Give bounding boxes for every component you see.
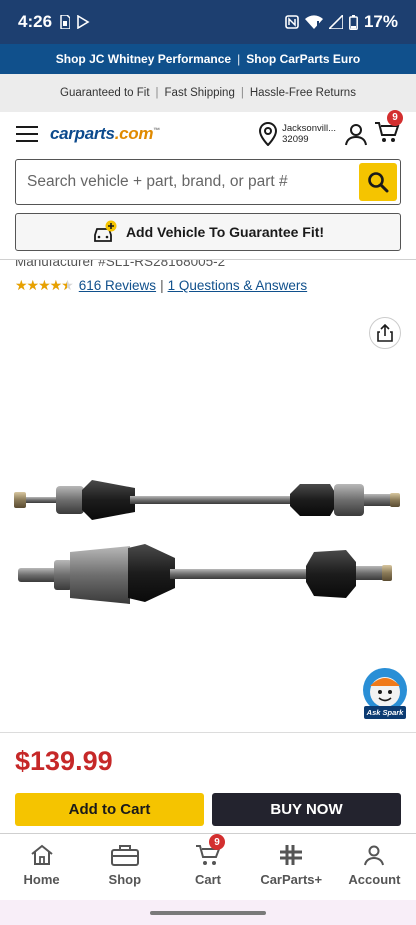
add-to-cart-button[interactable]: Add to Cart: [15, 793, 204, 826]
tab-cart[interactable]: 9 Cart: [166, 834, 249, 900]
tab-shop-label: Shop: [108, 872, 142, 887]
clock: 4:26: [18, 12, 53, 31]
section-divider: [0, 732, 416, 733]
guarantee-separator: |: [155, 87, 159, 99]
ask-spark-button[interactable]: Ask Spark: [360, 666, 410, 720]
carparts-logo[interactable]: carparts.com™: [50, 124, 160, 144]
product-price: $139.99: [15, 746, 113, 776]
tab-carparts-plus[interactable]: CarParts+: [250, 834, 333, 900]
search-bar: [15, 159, 401, 205]
upper-axle: [14, 480, 400, 520]
play-store-icon: [77, 15, 90, 29]
location-city: Jacksonvill...: [282, 123, 336, 134]
bottom-tab-bar: Home Shop 9 Cart CarParts+ Account: [0, 834, 416, 900]
tab-carparts-plus-label: CarParts+: [260, 872, 323, 887]
sim-card-icon: [60, 15, 71, 29]
status-bar: 4:26 17%: [0, 0, 416, 44]
add-vehicle-button[interactable]: Add Vehicle To Guarantee Fit!: [15, 213, 401, 251]
location-zip: 32099: [282, 134, 309, 145]
tab-shop[interactable]: Shop: [83, 834, 166, 900]
star-rating: ★★★★★ ★★★★★: [15, 277, 74, 293]
rating-row: ★★★★★ ★★★★★ 616 Reviews | 1 Questions & …: [15, 277, 307, 294]
site-header: carparts.com™ Jacksonvill... 32099 9: [0, 109, 416, 156]
tab-home[interactable]: Home: [0, 834, 83, 900]
toolbox-icon: [110, 845, 139, 866]
tab-cart-label: Cart: [195, 872, 222, 887]
menu-icon[interactable]: [16, 126, 38, 142]
shop-jc-whitney-link[interactable]: Shop JC Whitney Performance: [56, 52, 231, 66]
search-icon: [368, 172, 389, 193]
carparts-plus-icon: [280, 845, 303, 865]
add-vehicle-label: Add Vehicle To Guarantee Fit!: [125, 224, 325, 240]
shop-carparts-euro-link[interactable]: Shop CarParts Euro: [246, 52, 360, 66]
share-button[interactable]: [369, 317, 401, 349]
account-icon: [364, 845, 385, 866]
fast-shipping-text[interactable]: Fast Shipping: [165, 87, 235, 99]
system-nav-bar: [0, 900, 416, 925]
location-selector[interactable]: Jacksonvill... 32099: [258, 122, 336, 146]
lower-axle: [18, 544, 392, 604]
product-image[interactable]: [10, 440, 406, 620]
share-icon: [377, 324, 393, 342]
home-gesture-handle[interactable]: [150, 911, 266, 915]
guarantee-bar: Guaranteed to Fit | Fast Shipping | Hass…: [0, 74, 416, 112]
search-input[interactable]: [27, 173, 359, 191]
tab-home-label: Home: [23, 872, 60, 887]
battery-icon: [349, 14, 358, 30]
questions-answers-link[interactable]: 1 Questions & Answers: [168, 278, 308, 293]
account-icon[interactable]: [344, 122, 368, 146]
header-divider: [0, 259, 416, 260]
app-screen: 4:26 17% Shop JC Whitney Performance | S…: [0, 0, 416, 925]
reviews-link[interactable]: 616 Reviews: [79, 278, 156, 293]
tab-account-label: Account: [348, 872, 401, 887]
location-pin-icon: [259, 122, 278, 146]
home-icon: [30, 844, 53, 865]
add-vehicle-icon: [94, 220, 117, 242]
wifi-icon: [304, 15, 323, 29]
guaranteed-fit-text[interactable]: Guaranteed to Fit: [60, 87, 150, 99]
rating-separator: |: [160, 278, 164, 293]
tab-account[interactable]: Account: [333, 834, 416, 900]
header-cart-button[interactable]: 9: [374, 109, 403, 149]
buy-now-button[interactable]: BUY NOW: [212, 793, 401, 826]
promo-bar: Shop JC Whitney Performance | Shop CarPa…: [0, 44, 416, 74]
manufacturer-number: Manufacturer #SL1-RS28168005-2: [15, 260, 226, 268]
promo-separator: |: [237, 52, 241, 66]
ask-spark-label: Ask Spark: [366, 708, 404, 717]
guarantee-separator: |: [240, 87, 244, 99]
search-button[interactable]: [359, 163, 397, 201]
battery-percent: 17%: [363, 12, 398, 31]
tab-cart-badge: 9: [209, 834, 225, 850]
signal-icon: [328, 15, 343, 29]
cart-count-badge: 9: [387, 109, 403, 126]
nfc-icon: [285, 15, 299, 29]
hassle-free-returns-text[interactable]: Hassle-Free Returns: [250, 87, 356, 99]
